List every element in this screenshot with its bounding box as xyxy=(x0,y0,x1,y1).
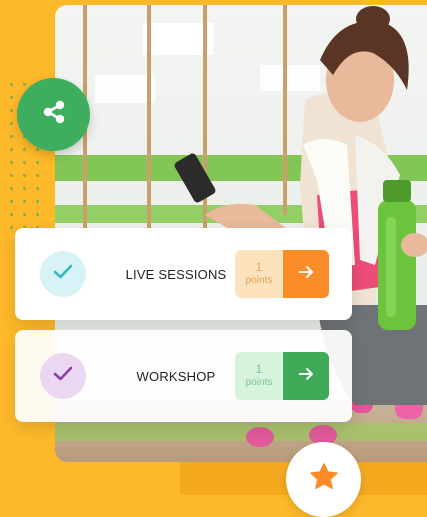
points-number: 1 xyxy=(255,362,263,377)
points-button[interactable]: 1 points xyxy=(235,250,329,298)
session-card-workshop: WORKSHOP 1 points xyxy=(15,330,352,422)
share-button[interactable] xyxy=(17,78,90,151)
check-icon xyxy=(53,366,73,387)
check-badge xyxy=(40,353,86,399)
card-title: LIVE SESSIONS xyxy=(125,266,227,282)
check-badge xyxy=(40,251,86,297)
session-card-live-sessions: LIVE SESSIONS 1 points xyxy=(15,228,352,320)
points-number: 1 xyxy=(255,260,263,275)
points-label: points xyxy=(245,275,273,287)
arrow-right-icon xyxy=(298,265,314,284)
share-icon xyxy=(41,99,67,130)
card-title: WORKSHOP xyxy=(136,368,216,384)
check-icon xyxy=(53,264,73,285)
points-button[interactable]: 1 points xyxy=(235,352,329,400)
arrow-button[interactable] xyxy=(283,250,329,298)
favorite-button[interactable] xyxy=(286,442,361,517)
points-value-box: 1 points xyxy=(235,250,283,298)
points-label: points xyxy=(245,377,273,389)
star-icon xyxy=(308,461,340,498)
arrow-right-icon xyxy=(298,367,314,386)
points-value-box: 1 points xyxy=(235,352,283,400)
arrow-button[interactable] xyxy=(283,352,329,400)
